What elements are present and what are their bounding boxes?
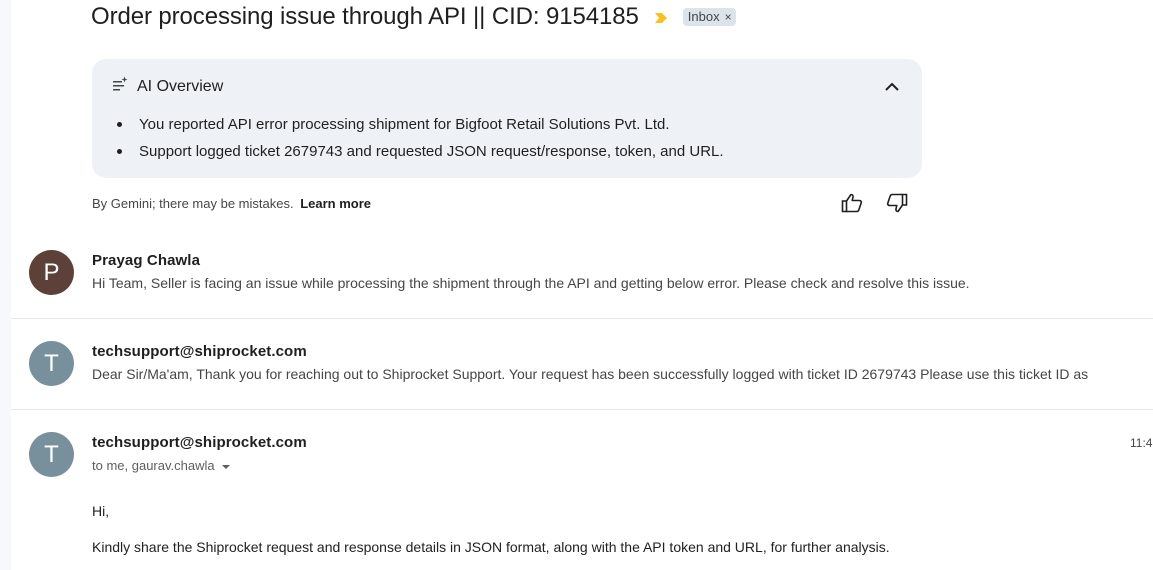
message-snippet: Hi Team, Seller is facing an issue while… [92,275,970,291]
remove-label-button[interactable]: × [725,10,732,24]
avatar: P [29,250,74,295]
ai-summary-icon [112,76,128,97]
sender-email: techsupport@shiprocket.com [92,343,307,360]
disclaimer-text: By Gemini; there may be mistakes. [92,196,294,211]
thumbs-up-icon [841,193,863,218]
thumbs-down-button[interactable] [885,193,909,217]
recipients-line[interactable]: to me, gaurav.chawla [92,458,231,473]
left-edge-strip [0,0,11,570]
learn-more-link[interactable]: Learn more [300,196,371,211]
ai-overview-bullet: You reported API error processing shipme… [116,114,724,141]
ai-overview-bullets: You reported API error processing shipme… [116,114,724,168]
collapse-ai-overview-button[interactable] [882,77,902,97]
chevron-up-icon [885,78,899,96]
ai-overview-title: AI Overview [137,77,224,95]
collapsed-message[interactable]: T techsupport@shiprocket.com Dear Sir/Ma… [11,319,1153,409]
inbox-label-chip: Inbox × [682,8,736,26]
avatar-letter: T [44,440,59,468]
gemini-disclaimer: By Gemini; there may be mistakes. Learn … [92,196,371,211]
message-body-text: Kindly share the Shiprocket request and … [92,539,890,555]
importance-marker-icon[interactable] [654,11,668,23]
avatar-letter: T [44,349,59,377]
dropdown-arrow-icon[interactable] [221,458,231,473]
avatar-letter: P [43,258,60,286]
recipients-text: to me, gaurav.chawla [92,458,215,473]
message-snippet: Dear Sir/Ma'am, Thank you for reaching o… [92,366,1089,382]
label-chip-text: Inbox [687,9,720,24]
thumbs-down-icon [886,193,908,218]
thumbs-up-button[interactable] [840,193,864,217]
ai-overview-bullet: Support logged ticket 2679743 and reques… [116,141,724,168]
thread-subject: Order processing issue through API || CI… [91,3,639,30]
message-body-greeting: Hi, [92,503,110,519]
email-thread-view: Order processing issue through API || CI… [0,0,1153,570]
avatar: T [29,341,74,386]
avatar: T [29,432,74,477]
ai-overview-card: AI Overview You reported API error proce… [92,59,922,178]
sender-email[interactable]: techsupport@shiprocket.com [92,434,307,451]
expanded-message: T techsupport@shiprocket.com 11:47 to me… [11,410,1153,570]
collapsed-message[interactable]: P Prayag Chawla Hi Team, Seller is facin… [11,245,1153,318]
subject-row: Order processing issue through API || CI… [91,0,736,34]
sender-name: Prayag Chawla [92,252,201,269]
message-time: 11:47 [1130,436,1153,450]
ai-overview-header: AI Overview [112,76,223,97]
